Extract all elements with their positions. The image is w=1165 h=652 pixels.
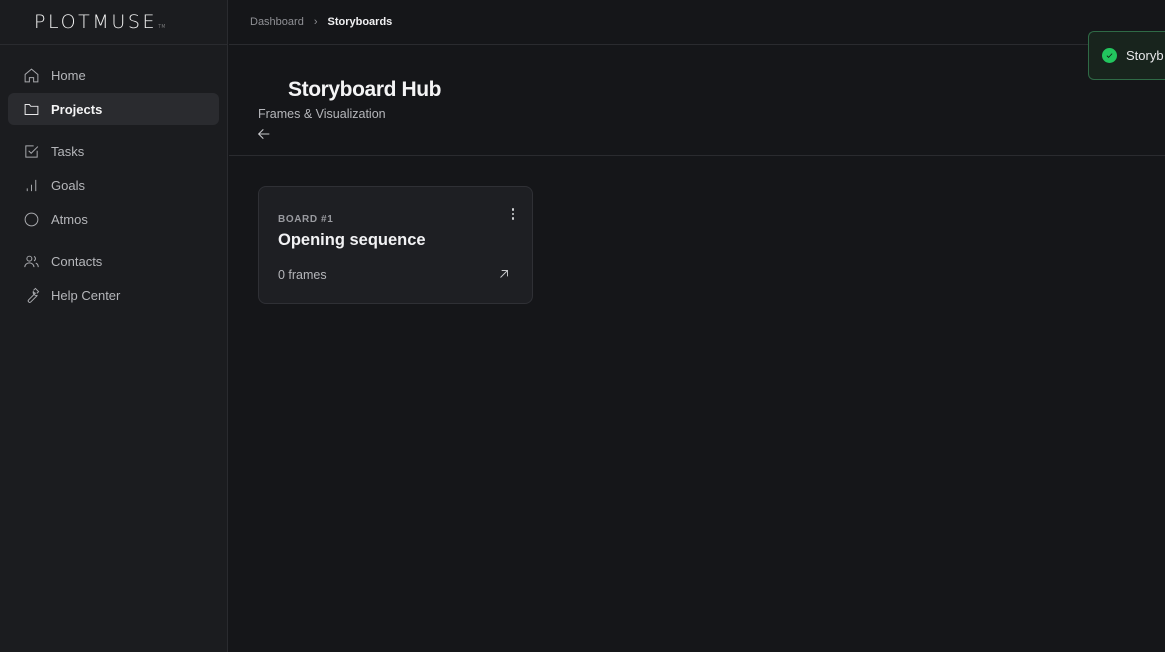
sidebar-item-label: Contacts: [51, 253, 103, 269]
sidebar: PLOTMUSETM Home Projects Tasks Goals Atm…: [0, 0, 228, 652]
breadcrumb-current: Storyboards: [327, 16, 393, 28]
board-card[interactable]: BOARD #1 Opening sequence 0 frames: [258, 186, 533, 304]
sidebar-item-label: Home: [51, 67, 86, 83]
sidebar-item-label: Goals: [51, 177, 85, 193]
toast-message: Storyb: [1126, 48, 1164, 63]
app-root: PLOTMUSETM Home Projects Tasks Goals Atm…: [0, 0, 1165, 652]
board-number: BOARD #1: [278, 214, 334, 225]
sidebar-item-tasks[interactable]: Tasks: [8, 135, 219, 167]
sidebar-item-projects[interactable]: Projects: [8, 93, 219, 125]
sidebar-item-label: Atmos: [51, 211, 88, 227]
logo-text: PLOTMUSE: [34, 11, 158, 33]
check-circle-icon: [1102, 48, 1117, 63]
folder-icon: [23, 101, 40, 118]
breadcrumb: Dashboard › Storyboards: [229, 0, 1165, 45]
breadcrumb-separator: ›: [313, 16, 318, 28]
sidebar-item-help-center[interactable]: Help Center: [8, 279, 219, 311]
sidebar-item-label: Tasks: [51, 143, 85, 159]
home-icon: [23, 67, 40, 84]
more-vertical-icon[interactable]: [506, 207, 520, 221]
circle-icon: [23, 211, 40, 228]
breadcrumb-dashboard[interactable]: Dashboard: [250, 16, 304, 28]
arrow-left-icon: [257, 128, 270, 140]
page-header: Storyboard Hub Frames & Visualization: [229, 45, 1165, 156]
logo-row: PLOTMUSETM: [0, 0, 227, 45]
page-title: Storyboard Hub: [288, 78, 442, 101]
arrow-up-right-icon: [500, 270, 508, 278]
sidebar-item-contacts[interactable]: Contacts: [8, 245, 219, 277]
sidebar-nav: Home Projects Tasks Goals Atmos Contacts…: [0, 45, 227, 311]
brand-logo[interactable]: PLOTMUSETM: [34, 11, 165, 33]
board-frame-count: 0 frames: [278, 268, 327, 282]
checkbox-icon: [23, 143, 40, 160]
sidebar-item-label: Projects: [51, 101, 103, 117]
sidebar-item-atmos[interactable]: Atmos: [8, 203, 219, 235]
wrench-icon: [23, 287, 40, 304]
sidebar-item-home[interactable]: Home: [8, 59, 219, 91]
success-toast: Storyb: [1088, 31, 1165, 80]
page-subtitle: Frames & Visualization: [258, 107, 386, 121]
bar-chart-icon: [23, 177, 40, 194]
users-icon: [23, 253, 40, 270]
board-title: Opening sequence: [278, 231, 426, 249]
sidebar-item-goals[interactable]: Goals: [8, 169, 219, 201]
back-button[interactable]: [256, 126, 274, 144]
main-content: Dashboard › Storyboards Storyboard Hub F…: [229, 0, 1165, 652]
sidebar-item-label: Help Center: [51, 287, 121, 303]
logo-trademark: TM: [158, 24, 166, 30]
open-board-button[interactable]: [497, 267, 511, 281]
